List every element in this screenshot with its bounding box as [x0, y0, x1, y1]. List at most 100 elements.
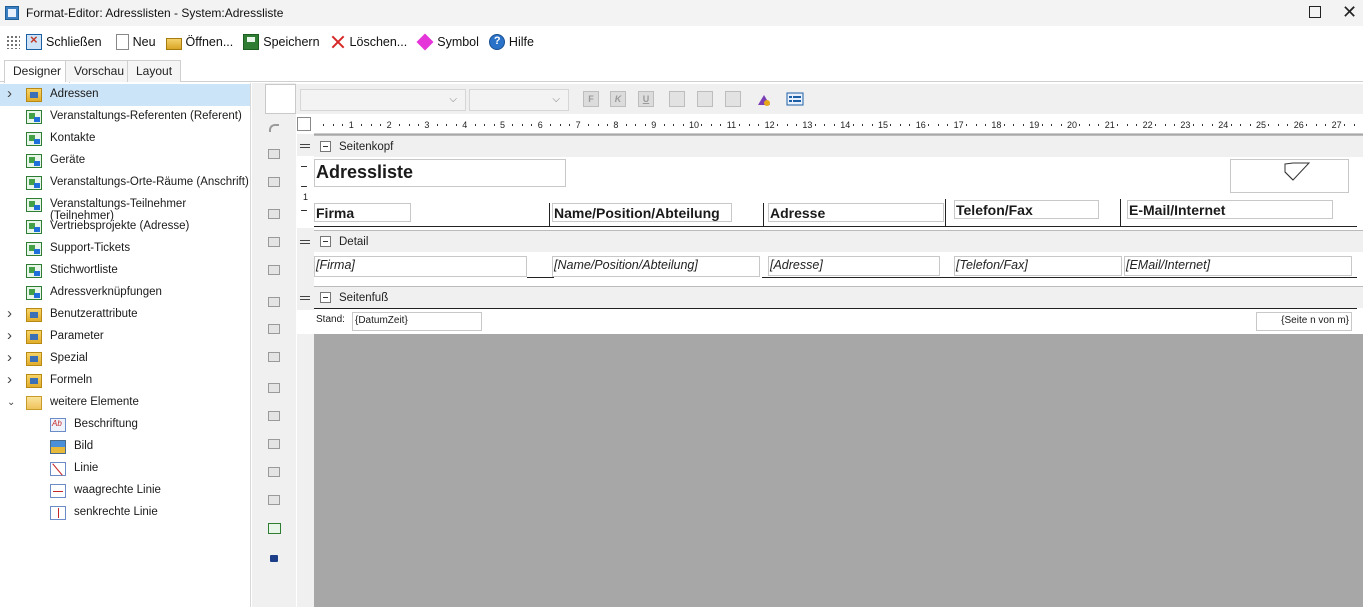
- delete-button[interactable]: Löschen...: [326, 30, 412, 54]
- chevron-right-icon[interactable]: ›: [7, 85, 17, 102]
- band-seitenfuss[interactable]: Seitenfuß: [314, 286, 1363, 308]
- help-button[interactable]: Hilfe: [485, 30, 538, 54]
- band-detail[interactable]: Detail: [314, 230, 1363, 252]
- underline-icon[interactable]: U: [638, 91, 654, 107]
- tree-item[interactable]: › Spezial: [0, 348, 250, 370]
- symbol-button[interactable]: Symbol: [413, 30, 483, 54]
- space-vertical-icon[interactable]: [266, 464, 282, 480]
- align-middle-icon[interactable]: [266, 321, 282, 337]
- detail-field-email[interactable]: [EMail/Internet]: [1124, 256, 1352, 276]
- check-icon[interactable]: [266, 520, 282, 536]
- tree-item-label: Beschriftung: [74, 418, 138, 430]
- tree-item[interactable]: Stichwortliste: [0, 260, 250, 282]
- chevron-right-icon[interactable]: ›: [7, 349, 17, 366]
- chevron-right-icon[interactable]: ›: [7, 371, 17, 388]
- ruler-tick: [399, 124, 401, 126]
- tree-item[interactable]: ⌄ weitere Elemente: [0, 392, 250, 414]
- detail-line[interactable]: [527, 277, 554, 278]
- detail-field-telefon[interactable]: [Telefon/Fax]: [954, 256, 1122, 276]
- bold-icon[interactable]: F: [583, 91, 599, 107]
- font-combo[interactable]: ⌵: [300, 89, 466, 111]
- close-button[interactable]: Schließen: [22, 30, 106, 54]
- save-button[interactable]: Speichern: [239, 30, 323, 54]
- tree-item[interactable]: Veranstaltungs-Teilnehmer (Teilnehmer): [0, 194, 250, 222]
- same-height-icon[interactable]: [266, 408, 282, 424]
- size-combo[interactable]: ⌵: [469, 89, 569, 111]
- tab-layout[interactable]: Layout: [127, 60, 182, 82]
- column-header-adresse[interactable]: Adresse: [768, 203, 944, 222]
- collapse-icon[interactable]: [320, 141, 331, 152]
- tree-item[interactable]: › Formeln: [0, 370, 250, 392]
- align-left-icon[interactable]: [266, 206, 282, 222]
- band-seitenkopf[interactable]: Seitenkopf: [314, 135, 1363, 157]
- symbol-button-label: Symbol: [437, 35, 479, 49]
- tree-item[interactable]: › Benutzerattribute: [0, 304, 250, 326]
- tree-item[interactable]: senkrechte Linie: [0, 502, 250, 524]
- report-title[interactable]: Adressliste: [314, 159, 566, 187]
- undo-icon[interactable]: [266, 120, 282, 136]
- column-divider[interactable]: [763, 203, 764, 227]
- ruler-label: 22: [1142, 120, 1153, 130]
- footer-topline[interactable]: [314, 308, 1357, 309]
- column-header-email[interactable]: E-Mail/Internet: [1127, 200, 1333, 219]
- maximize-icon[interactable]: [1309, 6, 1321, 18]
- detail-field-adresse[interactable]: [Adresse]: [768, 256, 940, 276]
- footer-date-field[interactable]: {DatumZeit}: [352, 312, 482, 331]
- collapse-icon[interactable]: [320, 292, 331, 303]
- tree-item[interactable]: Linie: [0, 458, 250, 480]
- tree-item[interactable]: Kontakte: [0, 128, 250, 150]
- tree-item[interactable]: Support-Tickets: [0, 238, 250, 260]
- detail-line[interactable]: [762, 277, 1357, 278]
- tree-item[interactable]: › Parameter: [0, 326, 250, 348]
- close-icon[interactable]: ✕: [1342, 2, 1357, 22]
- toolbar-grip-icon[interactable]: [6, 35, 20, 49]
- align-right-icon[interactable]: [266, 262, 282, 278]
- ruler-tick: [1060, 124, 1062, 126]
- column-divider[interactable]: [1120, 199, 1121, 227]
- column-header-name[interactable]: Name/Position/Abteilung: [552, 203, 732, 222]
- tab-designer[interactable]: Designer: [4, 60, 71, 83]
- detail-field-name[interactable]: [Name/Position/Abteilung]: [552, 256, 760, 277]
- column-divider[interactable]: [549, 203, 550, 227]
- align-right-text-icon[interactable]: [725, 91, 741, 107]
- send-backward-icon[interactable]: [266, 174, 282, 190]
- tree-item[interactable]: Veranstaltungs-Orte-Räume (Anschrift): [0, 172, 250, 194]
- new-button[interactable]: Neu: [112, 30, 160, 54]
- align-center-icon[interactable]: [266, 234, 282, 250]
- footer-page-field[interactable]: {Seite n von m}: [1256, 312, 1352, 331]
- same-size-icon[interactable]: [266, 380, 282, 396]
- lock-icon[interactable]: [266, 548, 282, 564]
- align-center-text-icon[interactable]: [697, 91, 713, 107]
- paint-icon[interactable]: [756, 91, 772, 107]
- column-header-firma[interactable]: Firma: [314, 203, 411, 222]
- align-top-icon[interactable]: [266, 294, 282, 310]
- column-header-telefon[interactable]: Telefon/Fax: [954, 200, 1099, 219]
- align-bottom-icon[interactable]: [266, 349, 282, 365]
- collapse-icon[interactable]: [320, 236, 331, 247]
- properties-icon[interactable]: [786, 91, 804, 107]
- tree-item[interactable]: waagrechte Linie: [0, 480, 250, 502]
- open-button[interactable]: Öffnen...: [162, 30, 238, 54]
- chevron-right-icon[interactable]: ›: [7, 305, 17, 322]
- tree-item[interactable]: › Adressen: [0, 84, 250, 106]
- tree-item[interactable]: Veranstaltungs-Referenten (Referent): [0, 106, 250, 128]
- tree-item[interactable]: Bild: [0, 436, 250, 458]
- chevron-right-icon[interactable]: ›: [7, 327, 17, 344]
- column-divider[interactable]: [945, 199, 946, 227]
- tree-item[interactable]: Geräte: [0, 150, 250, 172]
- detail-field-firma[interactable]: [Firma]: [314, 256, 527, 277]
- header-underline[interactable]: [314, 226, 1357, 227]
- tab-vorschau[interactable]: Vorschau: [65, 60, 134, 82]
- tree-item[interactable]: Vertriebsprojekte (Adresse): [0, 216, 250, 238]
- italic-icon[interactable]: K: [610, 91, 626, 107]
- logo-image[interactable]: [1230, 159, 1349, 193]
- ruler-tick: [436, 124, 438, 126]
- distribute-icon[interactable]: [266, 492, 282, 508]
- tree-item[interactable]: Adressverknüpfungen: [0, 282, 250, 304]
- footer-stand-label[interactable]: Stand:: [316, 314, 345, 325]
- tree-item[interactable]: Beschriftung: [0, 414, 250, 436]
- bring-forward-icon[interactable]: [266, 146, 282, 162]
- chevron-down-icon[interactable]: ⌄: [7, 397, 17, 408]
- align-left-text-icon[interactable]: [669, 91, 685, 107]
- space-horizontal-icon[interactable]: [266, 436, 282, 452]
